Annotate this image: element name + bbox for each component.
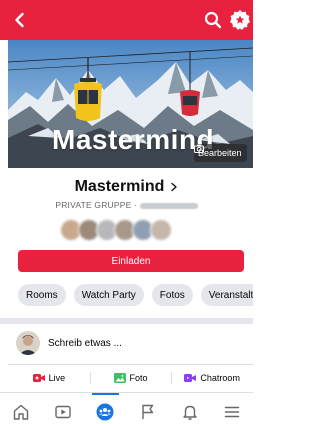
cover-title: Mastermind <box>52 124 215 155</box>
edit-cover-button[interactable]: Bearbeiten <box>194 144 247 162</box>
member-avatar[interactable] <box>150 219 172 241</box>
photo-icon <box>113 373 126 383</box>
user-photo <box>16 331 40 355</box>
flag-icon <box>141 404 153 419</box>
live-label: Live <box>48 373 66 383</box>
group-badge-icon[interactable] <box>229 9 251 31</box>
avatar[interactable] <box>16 331 40 355</box>
nav-divider <box>0 392 253 393</box>
member-count-redacted <box>139 202 198 209</box>
cover-photo: Mastermind Bearbeiten <box>8 40 253 168</box>
chatroom-icon <box>184 374 197 382</box>
live-video-icon <box>32 374 45 382</box>
section-divider <box>0 318 253 324</box>
search-icon[interactable] <box>203 10 223 30</box>
nav-notifications[interactable] <box>169 398 211 425</box>
menu-icon <box>224 406 240 418</box>
nav-pages[interactable] <box>127 398 169 425</box>
home-icon <box>13 404 29 420</box>
video-icon <box>55 405 71 419</box>
invite-button[interactable]: Einladen <box>18 250 244 272</box>
composer-actions: Live Foto Chatroom <box>8 368 253 388</box>
nav-home[interactable] <box>0 398 42 425</box>
privacy-label: PRIVATE GRUPPE · <box>55 200 140 210</box>
camera-icon <box>194 144 204 153</box>
chevron-left-icon[interactable] <box>10 10 30 30</box>
live-button[interactable]: Live <box>8 368 90 388</box>
photo-label: Foto <box>129 373 148 383</box>
member-avatars[interactable] <box>60 219 172 241</box>
group-page: Mastermind Bearbeiten Mastermind PRIVATE… <box>0 0 253 425</box>
tab-veranstaltungen[interactable]: Veranstaltungen <box>200 284 253 306</box>
top-bar <box>0 0 253 40</box>
photo-button[interactable]: Foto <box>89 368 172 388</box>
composer-divider <box>8 364 253 365</box>
tab-watch-party[interactable]: Watch Party <box>73 284 144 306</box>
group-name-row[interactable]: Mastermind <box>0 178 253 196</box>
bottom-nav <box>0 393 253 425</box>
nav-video[interactable] <box>42 398 84 425</box>
tab-fotos[interactable]: Fotos <box>151 284 193 306</box>
bell-icon <box>183 405 197 420</box>
groups-icon <box>96 403 114 421</box>
nav-groups[interactable] <box>84 393 126 425</box>
tab-rooms[interactable]: Rooms <box>18 284 66 306</box>
nav-menu[interactable] <box>211 398 253 425</box>
chevron-right-icon <box>171 182 178 192</box>
group-name: Mastermind <box>74 178 165 195</box>
edit-cover-label: Bearbeiten <box>198 148 242 158</box>
group-privacy: PRIVATE GRUPPE · <box>0 200 253 210</box>
group-tabs: Rooms Watch Party Fotos Veranstaltungen <box>18 284 253 306</box>
chatroom-button[interactable]: Chatroom <box>171 368 253 388</box>
composer-input[interactable]: Schreib etwas ... <box>48 338 122 349</box>
chatroom-label: Chatroom <box>200 373 240 383</box>
